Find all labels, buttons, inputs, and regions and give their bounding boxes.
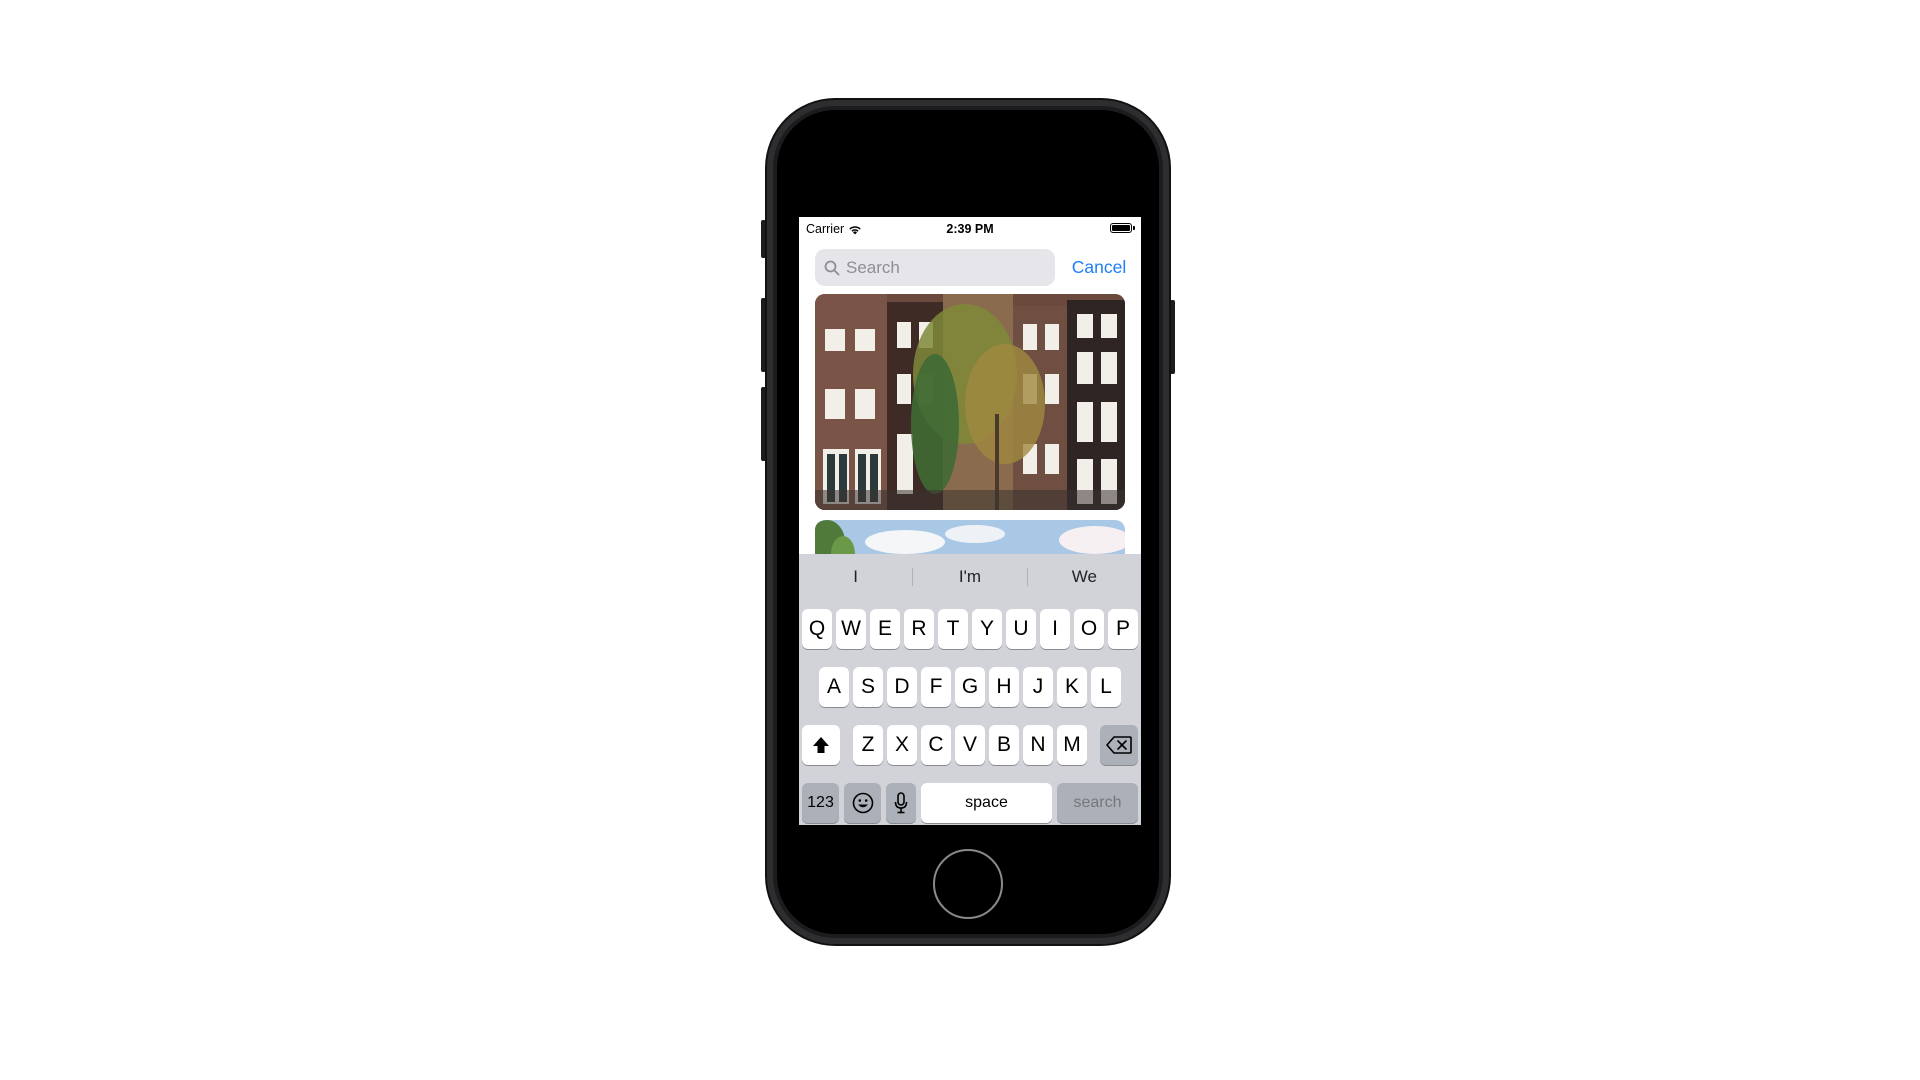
key-d[interactable]: D xyxy=(887,667,917,707)
key-i[interactable]: I xyxy=(1040,609,1070,649)
shift-key[interactable] xyxy=(802,725,840,765)
key-y[interactable]: Y xyxy=(972,609,1002,649)
key-v[interactable]: V xyxy=(955,725,985,765)
key-g[interactable]: G xyxy=(955,667,985,707)
canal-houses-photo[interactable] xyxy=(815,294,1125,510)
backspace-key[interactable] xyxy=(1100,725,1138,765)
cancel-button[interactable]: Cancel xyxy=(1064,249,1134,286)
suggestion-2[interactable]: I'm xyxy=(913,567,1026,587)
search-input[interactable] xyxy=(846,257,1046,278)
key-b[interactable]: B xyxy=(989,725,1019,765)
emoji-key[interactable] xyxy=(844,783,881,823)
status-time: 2:39 PM xyxy=(946,222,994,236)
canal-houses-image xyxy=(815,294,1125,510)
emoji-icon xyxy=(852,792,873,814)
home-button[interactable] xyxy=(933,849,1003,919)
keyboard: I I'm We Q W E R T Y U I O P A S D F G H… xyxy=(799,554,1141,825)
suggestion-1[interactable]: I xyxy=(799,567,912,587)
dictation-key[interactable] xyxy=(886,783,916,823)
key-a[interactable]: A xyxy=(819,667,849,707)
key-w[interactable]: W xyxy=(836,609,866,649)
battery-level xyxy=(1112,225,1130,231)
key-p[interactable]: P xyxy=(1108,609,1138,649)
space-key[interactable]: space xyxy=(921,783,1052,823)
power-button[interactable] xyxy=(1169,300,1175,374)
suggestion-bar: I I'm We xyxy=(799,554,1141,600)
key-t[interactable]: T xyxy=(938,609,968,649)
key-u[interactable]: U xyxy=(1006,609,1036,649)
search-icon xyxy=(824,260,840,275)
key-x[interactable]: X xyxy=(887,725,917,765)
suggestion-3[interactable]: We xyxy=(1028,567,1141,587)
key-q[interactable]: Q xyxy=(802,609,832,649)
battery-icon xyxy=(1110,223,1135,233)
key-e[interactable]: E xyxy=(870,609,900,649)
numbers-key[interactable]: 123 xyxy=(802,783,839,823)
search-key[interactable]: search xyxy=(1057,783,1138,823)
key-m[interactable]: M xyxy=(1057,725,1087,765)
phone-screen: Carrier 2:39 PM Cancel xyxy=(799,217,1141,825)
search-field[interactable] xyxy=(815,249,1055,286)
key-s[interactable]: S xyxy=(853,667,883,707)
microphone-icon xyxy=(894,792,908,814)
shift-icon xyxy=(813,737,829,753)
key-l[interactable]: L xyxy=(1091,667,1121,707)
status-bar: Carrier 2:39 PM xyxy=(799,217,1141,241)
key-o[interactable]: O xyxy=(1074,609,1104,649)
key-n[interactable]: N xyxy=(1023,725,1053,765)
backspace-icon xyxy=(1106,736,1132,754)
key-f[interactable]: F xyxy=(921,667,951,707)
key-k[interactable]: K xyxy=(1057,667,1087,707)
key-j[interactable]: J xyxy=(1023,667,1053,707)
key-r[interactable]: R xyxy=(904,609,934,649)
battery-tip xyxy=(1133,226,1135,230)
key-h[interactable]: H xyxy=(989,667,1019,707)
key-z[interactable]: Z xyxy=(853,725,883,765)
key-c[interactable]: C xyxy=(921,725,951,765)
